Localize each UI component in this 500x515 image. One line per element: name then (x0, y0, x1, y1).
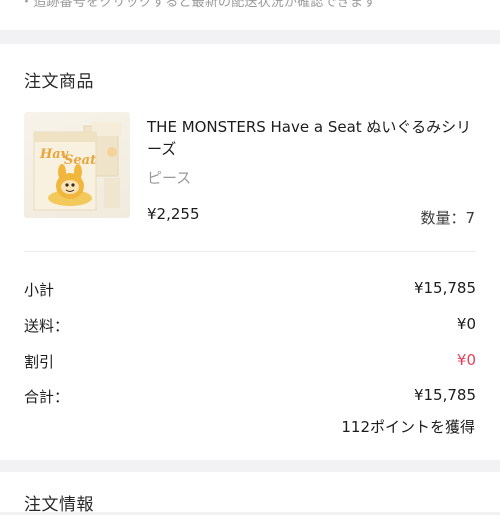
discount-value: ¥0 (456, 351, 476, 369)
divider (24, 251, 476, 252)
product-price: ¥2,255 (147, 205, 200, 223)
order-items-title: 注文商品 (24, 72, 94, 92)
shipping-row: 送料： ¥0 (24, 315, 476, 337)
product-image[interactable]: Hav Seat a (24, 112, 130, 218)
product-name[interactable]: THE MONSTERS Have a Seat ぬいぐるみシリーズ (147, 116, 477, 160)
top-notice-strip: ・追跡番号をクリックすると最新の配送状況が確認できます (0, 0, 500, 30)
total-label: 合計： (24, 388, 70, 406)
order-info-title: 注文情報 (24, 495, 94, 515)
discount-row: 割引 ¥0 (24, 351, 476, 373)
order-info-card: 注文情報 (0, 472, 500, 515)
product-quantity: 数量：7 (420, 209, 475, 227)
discount-label: 割引 (24, 353, 55, 371)
shipping-value: ¥0 (456, 315, 476, 333)
subtotal-label: 小計 (24, 281, 55, 299)
shipping-label: 送料： (24, 317, 70, 335)
total-row: 合計： ¥15,785 (24, 386, 476, 408)
subtotal-value: ¥15,785 (413, 279, 476, 297)
svg-text:a: a (61, 150, 65, 158)
points-earned: 112ポイントを獲得 (341, 418, 475, 436)
tracking-note: ・追跡番号をクリックすると最新の配送状況が確認できます (20, 0, 377, 10)
subtotal-row: 小計 ¥15,785 (24, 279, 476, 301)
total-value: ¥15,785 (413, 386, 476, 404)
product-box-illustration: Hav Seat a (33, 122, 122, 211)
product-variant: ピース (147, 169, 192, 187)
order-items-card: 注文商品 Hav Seat a THE MONSTERS Have a Seat… (0, 44, 500, 460)
